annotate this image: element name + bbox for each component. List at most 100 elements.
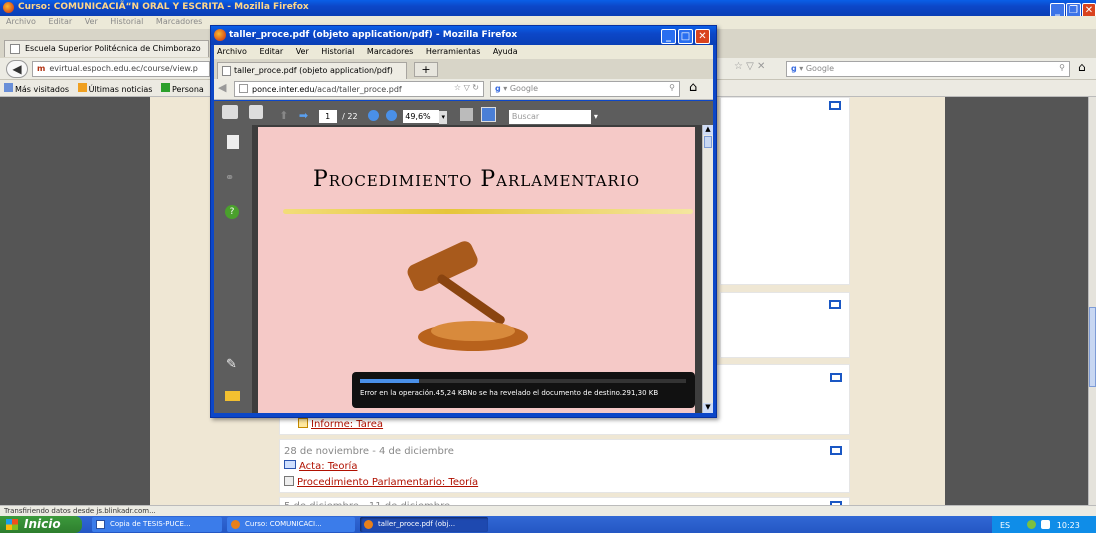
edit-section-icon[interactable] (830, 373, 842, 382)
close-button[interactable]: ✕ (695, 29, 710, 44)
home-icon[interactable]: ⌂ (1078, 60, 1086, 74)
windows-logo-icon (6, 519, 18, 530)
activity-link[interactable]: Acta: Teoría (299, 461, 357, 472)
back-button[interactable]: ◀ (6, 60, 28, 78)
scroll-thumb[interactable] (704, 136, 712, 148)
new-tab-button[interactable]: + (414, 62, 438, 77)
list-item[interactable]: Informe: Tarea (298, 418, 383, 430)
maximize-button[interactable]: □ (678, 29, 693, 44)
bookmark-news[interactable]: Últimas noticias (89, 85, 153, 94)
zoom-select[interactable]: 49,6% (403, 110, 440, 123)
bg-search-box[interactable]: g ▾ Google ⚲ (786, 61, 1070, 77)
page-right-margin (945, 97, 1090, 505)
scroll-down-icon[interactable]: ▼ (703, 403, 713, 413)
section-card-top (720, 97, 850, 285)
pdf-window-title: taller_proce.pdf (objeto application/pdf… (229, 30, 518, 40)
list-item[interactable]: Acta: Teoría (284, 460, 357, 472)
pdf-navbar: ◀ ponce.inter.edu/acad/taller_proce.pdf … (214, 79, 713, 100)
edit-section-icon[interactable] (830, 446, 842, 455)
comment-icon[interactable] (225, 391, 240, 401)
menu-ayuda[interactable]: Ayuda (493, 47, 518, 56)
system-tray: ES 10:23 (992, 516, 1096, 533)
taskbar-item-word[interactable]: Copia de TESIS-PUCE... (92, 517, 222, 532)
firefox-icon (214, 29, 226, 41)
menu-archivo[interactable]: Archivo (217, 47, 247, 56)
minimize-button[interactable]: _ (661, 29, 676, 44)
next-page-icon[interactable]: ➡ (299, 109, 308, 122)
activity-link[interactable]: Informe: Tarea (311, 419, 383, 430)
bg-menu-archivo[interactable]: Archivo (6, 17, 36, 26)
rss-icon (77, 83, 87, 92)
bookmark-star-icon[interactable]: ☆ ▽ ✕ (734, 61, 765, 72)
section-date: 28 de noviembre - 4 de diciembre (284, 446, 454, 457)
pdf-scrollbar[interactable]: ▲ ▼ (702, 125, 713, 413)
edit-section-icon[interactable] (829, 101, 841, 110)
menu-ver[interactable]: Ver (296, 47, 309, 56)
help-icon[interactable]: ? (225, 205, 239, 219)
page-number-input[interactable]: 1 (318, 110, 337, 123)
network-icon[interactable] (1026, 520, 1036, 529)
bg-tab[interactable]: Escuela Superior Politécnica de Chimbora… (4, 40, 209, 57)
pdf-search-placeholder: Google (509, 84, 539, 93)
menu-marcadores[interactable]: Marcadores (367, 47, 413, 56)
save-icon[interactable] (248, 105, 263, 119)
word-icon (96, 520, 105, 529)
pdf-search-box[interactable]: g ▾ Google ⚲ (490, 81, 680, 97)
menu-editar[interactable]: Editar (259, 47, 283, 56)
error-message: Error en la operación.45,24 KBNo se ha r… (360, 389, 659, 397)
bg-window-titlebar[interactable]: Curso: COMUNICACIÃ“N ORAL Y ESCRITA - Mo… (0, 0, 1096, 18)
pdf-page-title: Procedimiento Parlamentario (312, 167, 641, 192)
bg-url-bar[interactable]: m evirtual.espoch.edu.ec/course/view.p (32, 61, 210, 77)
attachment-icon[interactable]: ✎ (226, 357, 237, 372)
bookmark-star-icon[interactable]: ☆ ▽ ↻ (454, 83, 479, 92)
page-scrollbar[interactable] (1088, 97, 1096, 505)
bg-menu-historial[interactable]: Historial (110, 17, 143, 26)
edit-section-icon[interactable] (829, 300, 841, 309)
pdf-window-titlebar[interactable]: taller_proce.pdf (objeto application/pdf… (211, 26, 716, 45)
activity-link[interactable]: Procedimiento Parlamentario: Teoría (297, 477, 478, 488)
menu-historial[interactable]: Historial (321, 47, 354, 56)
chevron-down-icon[interactable]: ▾ (439, 111, 448, 124)
search-icon[interactable]: ⚲ (669, 83, 675, 92)
bookmark-personal[interactable]: Persona (172, 85, 204, 94)
start-button[interactable]: Inicio (0, 516, 82, 533)
section-card-1: 28 de noviembre - 4 de diciembre Acta: T… (279, 439, 850, 493)
fullscreen-icon[interactable] (481, 107, 497, 122)
status-text: Transfiriendo datos desde js.blinkadr.co… (4, 507, 156, 515)
bookmark-most-visited[interactable]: Más visitados (15, 85, 69, 94)
error-overlay: Error en la operación.45,24 KBNo se ha r… (352, 372, 695, 408)
zoom-in-icon[interactable] (385, 110, 397, 121)
bg-menu-marcadores[interactable]: Marcadores (156, 17, 202, 26)
bookmarks-panel-icon[interactable]: ⚭ (225, 171, 234, 184)
list-item[interactable]: Procedimiento Parlamentario: Teoría (284, 476, 478, 488)
language-indicator[interactable]: ES (1000, 521, 1010, 530)
prev-page-icon[interactable]: ⬆ (279, 109, 288, 122)
search-icon[interactable]: ⚲ (1059, 63, 1065, 72)
chevron-down-icon[interactable]: ▾ (594, 112, 598, 121)
bg-menu-ver[interactable]: Ver (85, 17, 98, 26)
bg-menu-editar[interactable]: Editar (48, 17, 72, 26)
home-icon[interactable]: ⌂ (689, 80, 697, 95)
bg-url-path: /course/view.p (140, 64, 198, 73)
print-icon[interactable] (222, 105, 238, 119)
zoom-out-icon[interactable] (368, 110, 380, 121)
scroll-thumb[interactable] (1089, 307, 1096, 387)
pdf-tab[interactable]: taller_proce.pdf (objeto application/pdf… (217, 62, 407, 79)
back-button[interactable]: ◀ (218, 81, 226, 94)
clock: 10:23 (1056, 521, 1080, 530)
google-icon: g (791, 64, 797, 73)
taskbar-item-pdf[interactable]: taller_proce.pdf (obj... (360, 517, 488, 532)
pdf-search-input[interactable]: Buscar (508, 110, 591, 124)
taskbar-item-firefox[interactable]: Curso: COMUNICACI... (227, 517, 355, 532)
volume-icon[interactable] (1041, 520, 1051, 529)
fit-width-icon[interactable] (459, 108, 473, 121)
firefox-icon (3, 2, 14, 13)
site-favicon: m (37, 64, 46, 73)
progress-track (360, 379, 686, 383)
pages-panel-icon[interactable] (227, 135, 239, 149)
scroll-up-icon[interactable]: ▲ (703, 125, 713, 135)
taskbar: Inicio Copia de TESIS-PUCE... Curso: COM… (0, 516, 1096, 533)
pdf-url-bar[interactable]: ponce.inter.edu/acad/taller_proce.pdf ☆ … (234, 81, 484, 97)
firefox-icon (364, 520, 373, 529)
menu-herramientas[interactable]: Herramientas (426, 47, 481, 56)
